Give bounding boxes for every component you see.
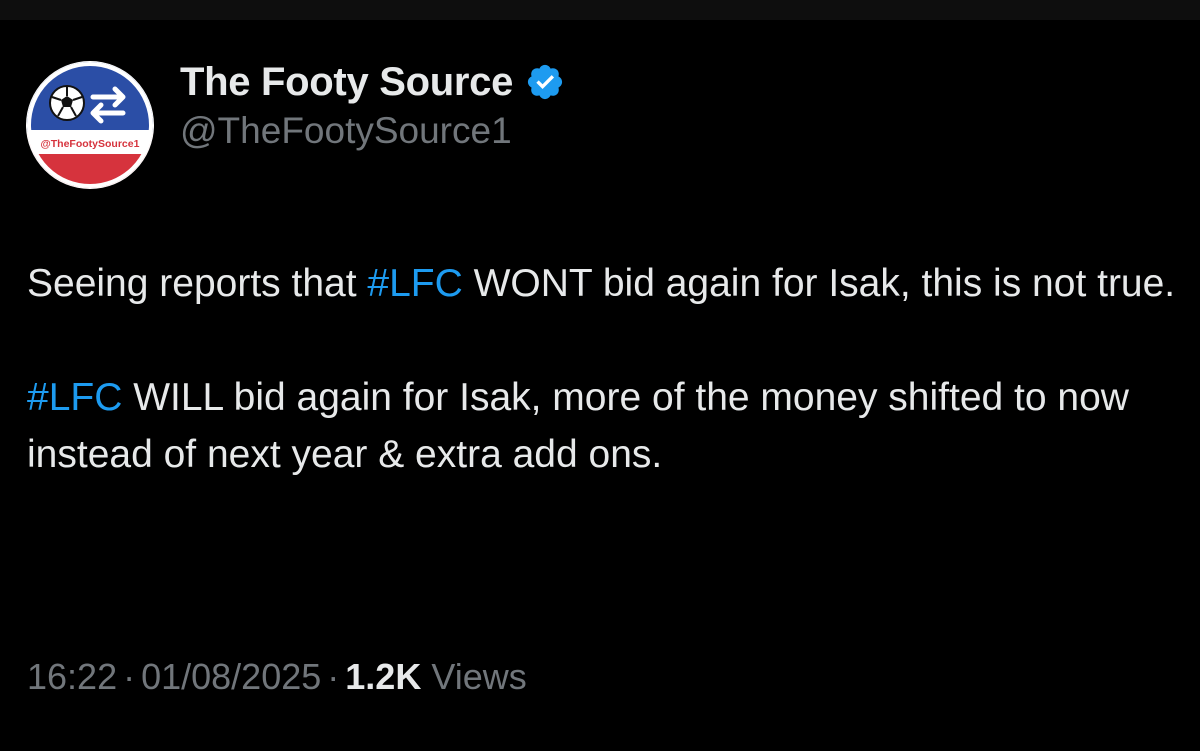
views-label: Views <box>431 656 527 697</box>
tweet-text: Seeing reports that #LFC WONT bid again … <box>27 255 1187 483</box>
tweet-time[interactable]: 16:22 <box>27 656 117 697</box>
avatar-handle-text: @TheFootySource1 <box>41 138 140 150</box>
top-edge-strip <box>0 0 1200 20</box>
tweet-paragraph-1: Seeing reports that #LFC WONT bid again … <box>27 255 1187 312</box>
text-segment: Seeing reports that <box>27 262 368 305</box>
hashtag-link[interactable]: #LFC <box>27 376 122 419</box>
meta-separator: · <box>123 656 136 697</box>
tweet-date[interactable]: 01/08/2025 <box>141 656 321 697</box>
tweet-card: @TheFootySource1 The Footy Source @TheFo… <box>0 20 1200 751</box>
avatar[interactable]: @TheFootySource1 <box>25 60 155 190</box>
footy-source-logo: @TheFootySource1 <box>26 61 154 189</box>
name-row: The Footy Source <box>180 54 565 110</box>
tweet-paragraph-2: #LFC WILL bid again for Isak, more of th… <box>27 369 1187 483</box>
hashtag-link[interactable]: #LFC <box>367 262 462 305</box>
author-handle[interactable]: @TheFootySource1 <box>180 110 565 152</box>
text-segment: WILL bid again for Isak, more of the mon… <box>27 376 1129 476</box>
meta-separator: · <box>327 656 340 697</box>
verified-badge-icon <box>525 62 565 102</box>
views-count[interactable]: 1.2K <box>345 656 421 697</box>
display-name[interactable]: The Footy Source <box>180 60 513 105</box>
text-segment: WONT bid again for Isak, this is not tru… <box>462 262 1176 305</box>
author-block: The Footy Source @TheFootySource1 <box>180 54 565 152</box>
tweet-meta: 16:22 · 01/08/2025 · 1.2K Views <box>27 656 527 698</box>
football-icon <box>49 85 85 121</box>
